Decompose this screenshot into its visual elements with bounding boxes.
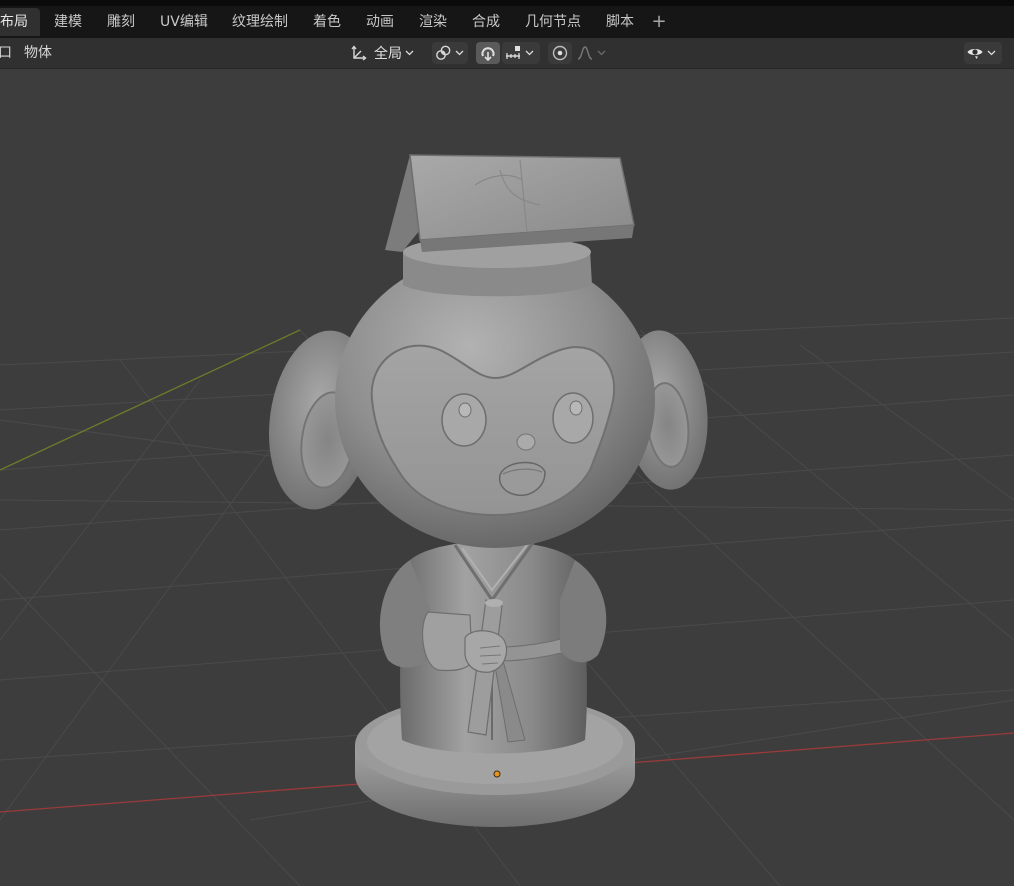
eye-visibility-icon [964, 42, 986, 64]
menu-window-partial[interactable]: 口 [0, 38, 12, 68]
chevron-down-icon [454, 42, 464, 64]
tab-sculpting[interactable]: 雕刻 [107, 8, 135, 36]
falloff-dropdown[interactable] [574, 42, 610, 64]
snap-target-dropdown[interactable] [502, 42, 540, 64]
proportional-edit-toggle[interactable] [548, 42, 572, 64]
tab-texture-paint[interactable]: 纹理绘制 [232, 8, 288, 36]
viewport-canvas[interactable] [0, 69, 1014, 886]
chevron-down-icon [596, 42, 606, 64]
proportional-edit-icon [549, 42, 571, 64]
monkey-scholar-model [269, 154, 708, 827]
add-workspace-button[interactable]: + [650, 8, 668, 36]
3d-viewport[interactable] [0, 69, 1014, 886]
tab-rendering[interactable]: 渲染 [419, 8, 447, 36]
tab-uv-editing[interactable]: UV编辑 [160, 8, 208, 36]
pivot-point-dropdown[interactable] [432, 42, 468, 64]
viewport-header: 口 物体 全局 [0, 38, 1014, 69]
chevron-down-icon [524, 42, 534, 64]
snap-toggle-button[interactable] [476, 42, 500, 64]
tab-modeling[interactable]: 建模 [54, 8, 82, 36]
y-axis-line [0, 329, 301, 471]
object-origin-dot [493, 770, 501, 778]
visibility-dropdown[interactable] [964, 42, 1002, 64]
blender-window: 布局 建模 雕刻 UV编辑 纹理绘制 着色 动画 渲染 合成 几何节点 脚本 +… [0, 0, 1014, 886]
menu-object[interactable]: 物体 [24, 38, 52, 68]
chevron-down-icon [986, 42, 996, 64]
tab-shading[interactable]: 着色 [313, 8, 341, 36]
transform-orientation-label: 全局 [374, 46, 402, 62]
transform-orientation-dropdown[interactable]: 全局 [348, 42, 424, 64]
tab-layout[interactable]: 布局 [0, 8, 40, 36]
transform-orientation-icon [348, 42, 370, 64]
workspace-tab-bar: 布局 建模 雕刻 UV编辑 纹理绘制 着色 动画 渲染 合成 几何节点 脚本 + [0, 0, 1014, 39]
snap-magnet-icon [477, 42, 499, 64]
tab-animation[interactable]: 动画 [366, 8, 394, 36]
tab-scripting[interactable]: 脚本 [606, 8, 634, 36]
chevron-down-icon [404, 42, 414, 64]
falloff-curve-icon [574, 42, 596, 64]
tab-geometry-nodes[interactable]: 几何节点 [525, 8, 581, 36]
window-top-strip [0, 0, 1014, 6]
tab-compositing[interactable]: 合成 [472, 8, 500, 36]
pivot-point-icon [432, 42, 454, 64]
snap-increment-icon [502, 42, 524, 64]
